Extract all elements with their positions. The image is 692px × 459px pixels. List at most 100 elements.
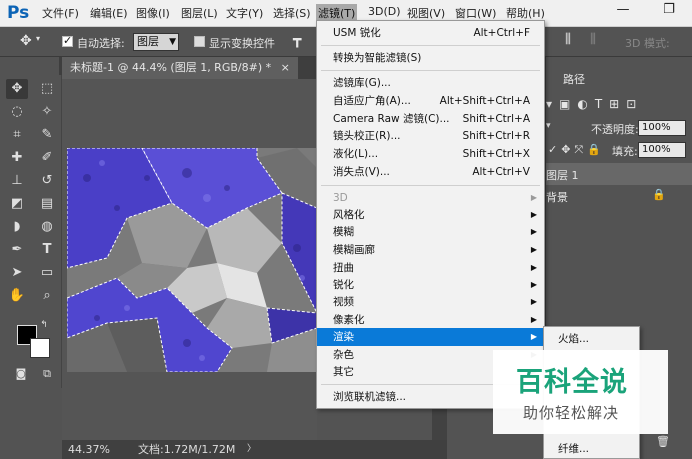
- layer-filter-icons[interactable]: ▾▣◐T⊞⊡: [546, 97, 643, 111]
- menu-item-filter-gallery[interactable]: 滤镜库(G)...: [317, 74, 544, 92]
- layer-row[interactable]: 背景 🔒: [546, 185, 692, 207]
- menu-edit[interactable]: 编辑(E): [90, 5, 128, 21]
- close-icon[interactable]: ×: [281, 61, 290, 74]
- magic-wand-icon[interactable]: ✧: [36, 102, 58, 122]
- auto-select-target-dropdown[interactable]: 图层 ▼: [133, 33, 179, 51]
- menu-item-blur[interactable]: 模糊 ▶: [317, 223, 544, 241]
- menu-item-stylize[interactable]: 风格化 ▶: [317, 206, 544, 224]
- mode-3d-label: 3D 模式:: [625, 37, 670, 50]
- show-transform-checkbox[interactable]: [194, 36, 205, 47]
- move-tool-icon[interactable]: ✥: [20, 33, 32, 49]
- photoshop-logo: Ps: [7, 3, 30, 23]
- menu-item-pixelate[interactable]: 像素化 ▶: [317, 311, 544, 329]
- minimize-icon[interactable]: —: [600, 0, 646, 20]
- history-brush-icon[interactable]: ↺: [36, 171, 58, 191]
- menu-item-render[interactable]: 渲染 ▶: [317, 328, 544, 346]
- menu-select[interactable]: 选择(S): [273, 5, 311, 21]
- zoom-tool-icon[interactable]: ⌕: [36, 286, 58, 306]
- type-tool-icon[interactable]: T: [36, 240, 58, 260]
- pen-tool-icon[interactable]: ✒: [6, 240, 28, 260]
- chevron-right-icon: ▶: [530, 332, 537, 341]
- menu-item-vanishing-point[interactable]: 消失点(V)... Alt+Ctrl+V: [317, 163, 544, 181]
- chevron-right-icon: ▶: [530, 315, 537, 324]
- gradient-tool-icon[interactable]: ▤: [36, 194, 58, 214]
- zoom-level[interactable]: 44.37%: [68, 440, 110, 459]
- menu-item-distort[interactable]: 扭曲 ▶: [317, 259, 544, 277]
- move-tool-icon[interactable]: ✥: [6, 79, 28, 99]
- menu-item-sharpen[interactable]: 锐化 ▶: [317, 276, 544, 294]
- eyedropper-icon[interactable]: ✎: [36, 125, 58, 145]
- chevron-right-icon: ▶: [530, 210, 537, 219]
- auto-select-label: 自动选择:: [77, 37, 125, 50]
- menu-file[interactable]: 文件(F): [42, 5, 79, 21]
- chevron-down-icon[interactable]: ▾: [546, 121, 551, 131]
- align-top-icon[interactable]: ┳: [293, 32, 301, 48]
- document-size: 文档:1.72M/1.72M: [138, 443, 236, 456]
- opacity-label: 不透明度:: [591, 123, 639, 136]
- layer-row[interactable]: 图层 1: [546, 163, 692, 185]
- auto-select-checkbox[interactable]: [62, 34, 73, 47]
- eraser-tool-icon[interactable]: ◩: [6, 194, 28, 214]
- show-transform-label: 显示变换控件: [209, 37, 275, 50]
- tab-paths[interactable]: 路径: [563, 71, 585, 87]
- separator: [321, 185, 540, 186]
- document-tab[interactable]: 未标题-1 @ 44.4% (图层 1, RGB/8#) * ×: [62, 57, 298, 79]
- chevron-right-icon: ▶: [530, 263, 537, 272]
- menu-item-adaptive-wide-angle[interactable]: 自适应广角(A)... Alt+Shift+Ctrl+A: [317, 92, 544, 110]
- menu-item-blur-gallery[interactable]: 模糊画廊 ▶: [317, 241, 544, 259]
- watermark-title: 百科全说: [516, 367, 628, 398]
- layer-name: 图层 1: [546, 169, 579, 182]
- trash-icon[interactable]: 🗑: [656, 435, 670, 448]
- brush-tool-icon[interactable]: ✐: [36, 148, 58, 168]
- hand-tool-icon[interactable]: ✋: [6, 286, 28, 306]
- menu-item-fibers[interactable]: 纤维...: [558, 441, 589, 456]
- separator: [321, 70, 540, 71]
- status-bar: 44.37% 文档:1.72M/1.72M 〉: [62, 440, 447, 459]
- menu-item-lens-correction[interactable]: 镜头校正(R)... Shift+Ctrl+R: [317, 127, 544, 145]
- swap-colors-icon[interactable]: ↰: [38, 319, 50, 331]
- menu-type[interactable]: 文字(Y): [226, 5, 263, 21]
- menu-window[interactable]: 窗口(W): [455, 5, 496, 21]
- opacity-field[interactable]: 100%: [638, 120, 686, 136]
- dodge-tool-icon[interactable]: ◍: [36, 217, 58, 237]
- menu-item-camera-raw[interactable]: Camera Raw 滤镜(C)... Shift+Ctrl+A: [317, 110, 544, 128]
- rectangle-tool-icon[interactable]: ▭: [36, 263, 58, 283]
- marquee-tool-icon[interactable]: ⬚: [36, 79, 58, 99]
- layer-name: 背景: [546, 191, 568, 204]
- chevron-right-icon[interactable]: 〉: [247, 440, 256, 459]
- toolbox: ✥ ⬚ ◌ ✧ ⌗ ✎ ✚ ✐ ⊥ ↺ ◩ ▤ ◗ ◍ ✒ T ➤ ▭ ✋ ⌕ …: [4, 75, 62, 388]
- menu-image[interactable]: 图像(I): [136, 5, 170, 21]
- lasso-tool-icon[interactable]: ◌: [6, 102, 28, 122]
- menu-layer[interactable]: 图层(L): [181, 5, 218, 21]
- path-selection-icon[interactable]: ➤: [6, 263, 28, 283]
- background-color-swatch[interactable]: [30, 338, 50, 358]
- lock-icon: 🔒: [652, 188, 666, 201]
- fill-field[interactable]: 100%: [638, 142, 686, 158]
- distribute-spacing-icon[interactable]: ⫼: [590, 32, 596, 47]
- distribute-icon[interactable]: ⫼: [565, 32, 571, 47]
- menu-3d[interactable]: 3D(D): [368, 5, 401, 18]
- menu-item-usm-sharpen[interactable]: USM 锐化 Alt+Ctrl+F: [317, 24, 544, 42]
- fill-label: 填充:: [612, 145, 638, 158]
- menu-help[interactable]: 帮助(H): [506, 5, 545, 21]
- restore-icon[interactable]: ❐: [646, 0, 692, 20]
- menu-item-flame[interactable]: 火焰...: [558, 331, 589, 346]
- auto-select-target-value: 图层: [137, 35, 159, 48]
- quick-mask-icon[interactable]: ◙: [10, 364, 32, 384]
- watermark-subtitle: 助你轻松解决: [523, 404, 620, 422]
- menu-view[interactable]: 视图(V): [407, 5, 445, 21]
- fill-value: 100%: [642, 144, 671, 155]
- chevron-down-icon[interactable]: ▾: [36, 34, 40, 43]
- chevron-right-icon: ▶: [530, 297, 537, 306]
- document-canvas[interactable]: [67, 148, 317, 372]
- screen-mode-icon[interactable]: ⧉: [36, 364, 58, 384]
- menu-item-video[interactable]: 视频 ▶: [317, 293, 544, 311]
- menu-item-convert-smart-filter[interactable]: 转换为智能滤镜(S): [317, 49, 544, 67]
- clone-stamp-icon[interactable]: ⊥: [6, 171, 28, 191]
- crop-tool-icon[interactable]: ⌗: [6, 125, 28, 145]
- menu-item-liquify[interactable]: 液化(L)... Shift+Ctrl+X: [317, 145, 544, 163]
- blur-tool-icon[interactable]: ◗: [6, 217, 28, 237]
- healing-brush-icon[interactable]: ✚: [6, 148, 28, 168]
- watermark: 百科全说 助你轻松解决: [493, 350, 668, 434]
- lock-icons[interactable]: ✓✥⤧🔒: [548, 143, 605, 157]
